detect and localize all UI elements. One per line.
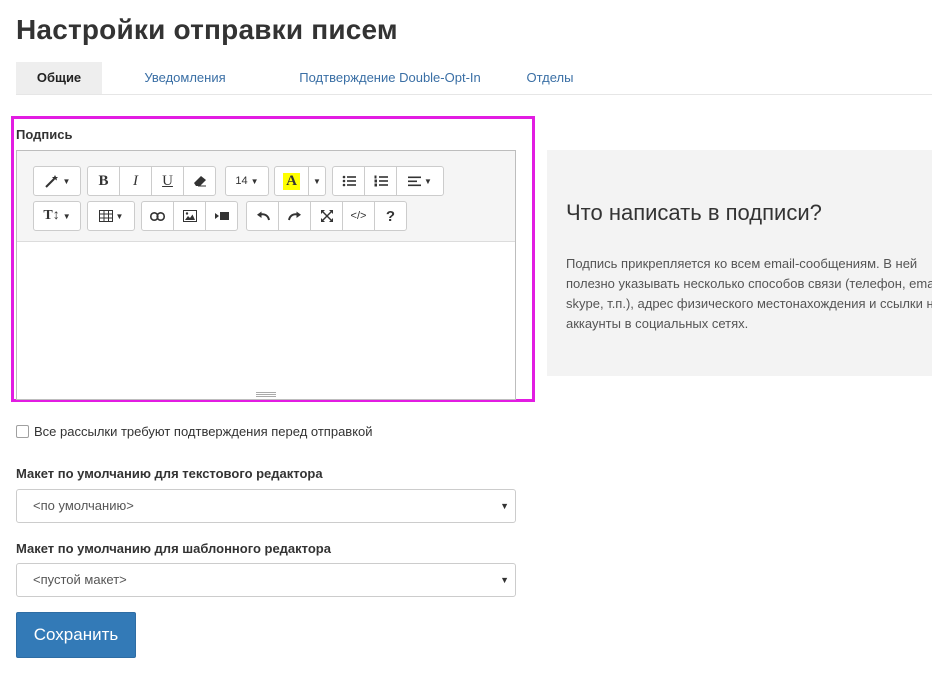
align-left-icon (408, 176, 422, 187)
help-text-line: Подпись прикрепляется ко всем email-сооб… (566, 256, 918, 271)
save-button[interactable]: Сохранить (16, 612, 136, 658)
table-group: ▼ (87, 201, 135, 231)
align-button[interactable]: ▼ (396, 166, 444, 196)
redo-button[interactable] (278, 201, 311, 231)
font-size-button[interactable]: 14 ▼ (225, 166, 269, 196)
paragraph-group: ▼ (332, 166, 444, 196)
editor-toolbar: ▼ B I U 14 ▼ A ▼ ▼ T↕ ▼ ▼ </> ? (17, 151, 515, 242)
link-button[interactable] (141, 201, 174, 231)
undo-button[interactable] (246, 201, 279, 231)
magic-wand-icon (44, 174, 60, 188)
help-panel-text: Подпись прикрепляется ко всем email-сооб… (566, 254, 932, 334)
chevron-down-icon: ▼ (62, 176, 71, 186)
editor-resize-handle[interactable] (256, 392, 276, 397)
chevron-down-icon: ▼ (250, 176, 259, 186)
undo-icon (256, 211, 270, 221)
text-layout-label: Макет по умолчанию для текстового редакт… (16, 466, 323, 481)
highlight-color-button[interactable]: A (274, 166, 309, 196)
help-text-line: аккаунты в социальных сетях. (566, 316, 749, 331)
link-icon (150, 211, 165, 221)
bold-button[interactable]: B (87, 166, 120, 196)
text-layout-value: <по умолчанию> (33, 498, 134, 513)
confirm-before-send-row: Все рассылки требуют подтверждения перед… (16, 424, 373, 439)
style-group: ▼ (33, 166, 81, 196)
chevron-down-icon: ▼ (115, 211, 124, 221)
page-title: Настройки отправки писем (16, 14, 398, 45)
tab-departments[interactable]: Отделы (518, 62, 582, 94)
color-dropdown-button[interactable]: ▼ (308, 166, 326, 196)
italic-button[interactable]: I (119, 166, 152, 196)
image-button[interactable] (173, 201, 206, 231)
template-layout-select[interactable]: <пустой макет> ▼ (16, 563, 516, 597)
code-icon: </> (350, 210, 367, 222)
tab-double-opt-in[interactable]: Подтверждение Double-Opt-In (272, 62, 508, 94)
signature-label: Подпись (16, 127, 73, 142)
chevron-down-icon: ▼ (500, 575, 509, 585)
video-icon (214, 211, 229, 221)
fullscreen-icon (320, 210, 333, 222)
signature-help-panel: Что написать в подписи? Подпись прикрепл… (547, 150, 932, 376)
bullet-list-icon (342, 175, 356, 187)
fullscreen-button[interactable] (310, 201, 343, 231)
signature-editor-content[interactable] (17, 242, 515, 392)
chevron-down-icon: ▼ (424, 176, 432, 186)
clear-format-button[interactable] (183, 166, 216, 196)
template-layout-label: Макет по умолчанию для шаблонного редакт… (16, 541, 331, 556)
help-button[interactable]: ? (374, 201, 407, 231)
video-button[interactable] (205, 201, 238, 231)
confirm-before-send-label[interactable]: Все рассылки требуют подтверждения перед… (34, 424, 373, 439)
chevron-down-icon: ▼ (500, 501, 509, 511)
highlight-color-icon: A (283, 172, 300, 190)
tab-notifications[interactable]: Уведомления (120, 62, 250, 94)
line-height-button[interactable]: T↕ ▼ (33, 201, 81, 231)
text-height-icon: T↕ (43, 208, 60, 223)
text-layout-select[interactable]: <по умолчанию> ▼ (16, 489, 516, 523)
code-view-button[interactable]: </> (342, 201, 375, 231)
underline-button[interactable]: U (151, 166, 184, 196)
help-panel-title: Что написать в подписи? (566, 200, 822, 225)
help-text-line: skype, т.п.), адрес физического местонах… (566, 296, 932, 311)
confirm-before-send-checkbox[interactable] (16, 425, 29, 438)
numbered-list-icon (374, 175, 388, 187)
signature-editor: ▼ B I U 14 ▼ A ▼ ▼ T↕ ▼ ▼ </> ? (16, 150, 516, 400)
tab-general[interactable]: Общие (16, 62, 102, 94)
tab-bar: Общие Уведомления Подтверждение Double-O… (16, 62, 932, 95)
height-group: T↕ ▼ (33, 201, 81, 231)
picture-icon (182, 210, 197, 222)
help-icon: ? (385, 207, 396, 225)
insert-group (141, 201, 238, 231)
color-group: A ▼ (274, 166, 326, 196)
unordered-list-button[interactable] (332, 166, 365, 196)
chevron-down-icon: ▼ (62, 211, 71, 221)
font-size-value: 14 (235, 175, 248, 187)
font-format-group: B I U (87, 166, 216, 196)
magic-style-button[interactable]: ▼ (33, 166, 81, 196)
table-button[interactable]: ▼ (87, 201, 135, 231)
help-text-line: полезно указывать несколько способов свя… (566, 276, 932, 291)
template-layout-value: <пустой макет> (33, 572, 127, 587)
table-icon (98, 210, 113, 222)
text-style-letter: T (43, 208, 53, 223)
font-size-group: 14 ▼ (225, 166, 269, 196)
redo-icon (287, 211, 302, 221)
misc-group: </> ? (246, 201, 407, 231)
ordered-list-button[interactable] (364, 166, 397, 196)
eraser-icon (193, 175, 207, 187)
chevron-down-icon: ▼ (313, 176, 321, 186)
